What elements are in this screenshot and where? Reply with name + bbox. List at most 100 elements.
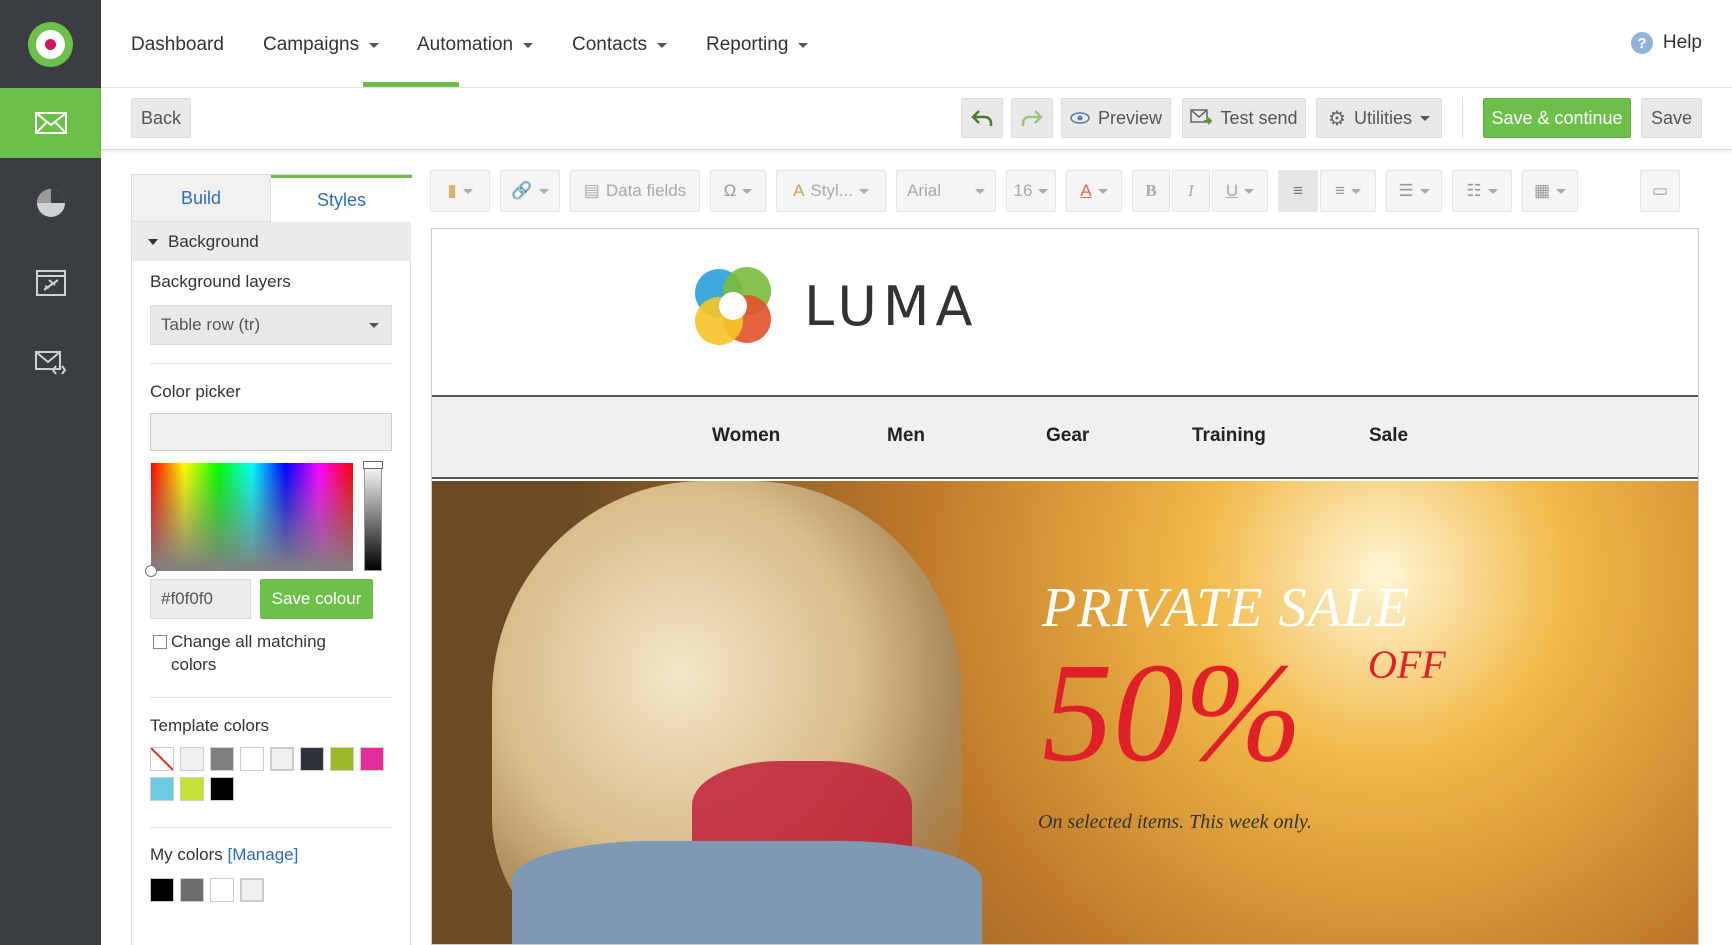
align-left-button[interactable]: ≡ [1278,170,1318,212]
text-color-icon: A [1080,181,1092,200]
nav-campaigns[interactable]: Campaigns [263,34,380,56]
nav-reporting[interactable]: Reporting [706,34,809,56]
nav-dashboard-label: Dashboard [131,34,224,55]
email-menu-men[interactable]: Men [887,425,925,447]
back-button[interactable]: Back [131,98,191,138]
nav-contacts[interactable]: Contacts [572,34,667,56]
chevron-down-icon [1097,188,1108,194]
nav-automation[interactable]: Automation [417,34,534,56]
help-link[interactable]: ? Help [1630,32,1702,54]
paste-button[interactable]: ▮ [430,170,490,212]
test-send-button[interactable]: Test send [1182,98,1306,138]
template-color-swatch[interactable] [180,777,204,801]
save-colour-button[interactable]: Save colour [260,579,373,619]
sidebar-item-automation[interactable] [0,248,101,318]
hero-off: OFF [1368,642,1446,687]
data-fields-icon: ▤ [583,181,600,200]
chevron-down-icon [1038,188,1049,194]
tab-build[interactable]: Build [132,175,271,222]
my-color-swatch[interactable] [240,878,264,902]
brightness-handle[interactable] [363,461,383,469]
email-canvas[interactable]: LUMA Women Men Gear Training Sale PRIVAT… [431,228,1699,945]
table-insert-icon: ▦ [1533,181,1551,200]
list-button[interactable]: ☷ [1452,170,1512,212]
align-center-button[interactable]: ≡ [1320,170,1376,212]
text-color-button[interactable]: A [1066,170,1122,212]
email-menu-gear[interactable]: Gear [1046,425,1089,447]
template-color-swatch[interactable] [330,747,354,771]
template-color-swatch[interactable] [300,747,324,771]
email-menu-women[interactable]: Women [712,425,780,447]
tab-styles[interactable]: Styles [271,175,412,222]
table-button[interactable]: ▦ [1522,170,1578,212]
gear-icon: ⚙ [1328,107,1346,130]
special-char-button[interactable]: Ω [710,170,766,212]
chevron-down-icon [1350,188,1361,194]
sidebar-item-reporting[interactable] [0,168,101,238]
template-color-swatch[interactable] [150,777,174,801]
preview-label: Preview [1097,107,1163,128]
app-sidebar [0,0,101,945]
source-code-button[interactable]: ▭ [1640,170,1680,212]
data-fields-label: Data fields [605,181,687,200]
hero-banner[interactable]: PRIVATE SALE 50% OFF On selected items. … [432,481,1698,944]
undo-button[interactable] [961,98,1003,138]
my-color-swatch[interactable] [210,878,234,902]
template-color-swatch[interactable] [180,747,204,771]
nav-dashboard[interactable]: Dashboard [131,34,224,56]
utilities-button[interactable]: ⚙ Utilities [1316,98,1442,138]
background-section-header[interactable]: Background [132,222,411,261]
section-label: Background [168,231,259,251]
email-menu: Women Men Gear Training Sale [432,395,1698,479]
no-color-swatch[interactable] [150,747,174,771]
template-color-swatch[interactable] [210,747,234,771]
change-all-label: Change all matching [171,632,326,651]
spectrum-handle[interactable] [145,565,157,577]
template-color-swatch[interactable] [360,747,384,771]
chevron-down-icon [538,188,549,194]
luma-logo [689,261,779,351]
template-color-swatch[interactable] [210,777,234,801]
underline-button[interactable]: U [1212,170,1268,212]
sidebar-item-campaigns[interactable] [0,88,101,158]
indent-button[interactable]: ☰ [1386,170,1442,212]
action-toolbar: Back Preview Test send ⚙ Utilities Save &… [101,88,1732,150]
link-button[interactable]: 🔗 [500,170,560,212]
size-dropdown[interactable]: 16 [1006,170,1056,212]
save-button[interactable]: Save [1641,98,1702,138]
email-menu-sale[interactable]: Sale [1369,425,1408,447]
link-icon: 🔗 [511,181,533,200]
sidebar-item-templates[interactable] [0,328,101,398]
app-logo[interactable] [28,22,73,67]
divider [150,827,392,828]
chevron-down-icon [798,42,809,48]
my-color-swatch[interactable] [180,878,204,902]
data-fields-button[interactable]: ▤ Data fields [570,170,700,212]
save-colour-label: Save colour [271,589,362,608]
preview-button[interactable]: Preview [1061,98,1171,138]
color-spectrum[interactable] [151,463,353,571]
email-menu-training[interactable]: Training [1192,425,1266,447]
my-colors-label: My colors [Manage] [150,845,298,865]
bold-button[interactable]: B [1132,170,1170,212]
redo-button[interactable] [1011,98,1053,138]
styles-label: Styl... [810,181,853,200]
brightness-slider[interactable] [364,463,382,571]
size-label: 16 [1013,181,1033,200]
change-all-checkbox[interactable] [153,635,167,649]
chevron-down-icon [1419,188,1430,194]
plane-window-icon [35,270,66,296]
template-color-swatch[interactable] [270,747,294,771]
luma-brand-text: LUMA [804,275,979,338]
omega-icon: Ω [723,181,737,200]
save-continue-button[interactable]: Save & continue [1483,98,1631,138]
luma-logo-icon [695,267,771,345]
background-layers-select[interactable]: Table row (tr) [150,305,392,345]
manage-colors-link[interactable]: [Manage] [227,845,298,864]
my-color-swatch[interactable] [150,878,174,902]
styles-dropdown[interactable]: A Styl... [776,170,886,212]
italic-button[interactable]: I [1172,170,1210,212]
hex-input[interactable]: #f0f0f0 [150,579,251,619]
font-dropdown[interactable]: Arial [896,170,996,212]
template-color-swatch[interactable] [240,747,264,771]
